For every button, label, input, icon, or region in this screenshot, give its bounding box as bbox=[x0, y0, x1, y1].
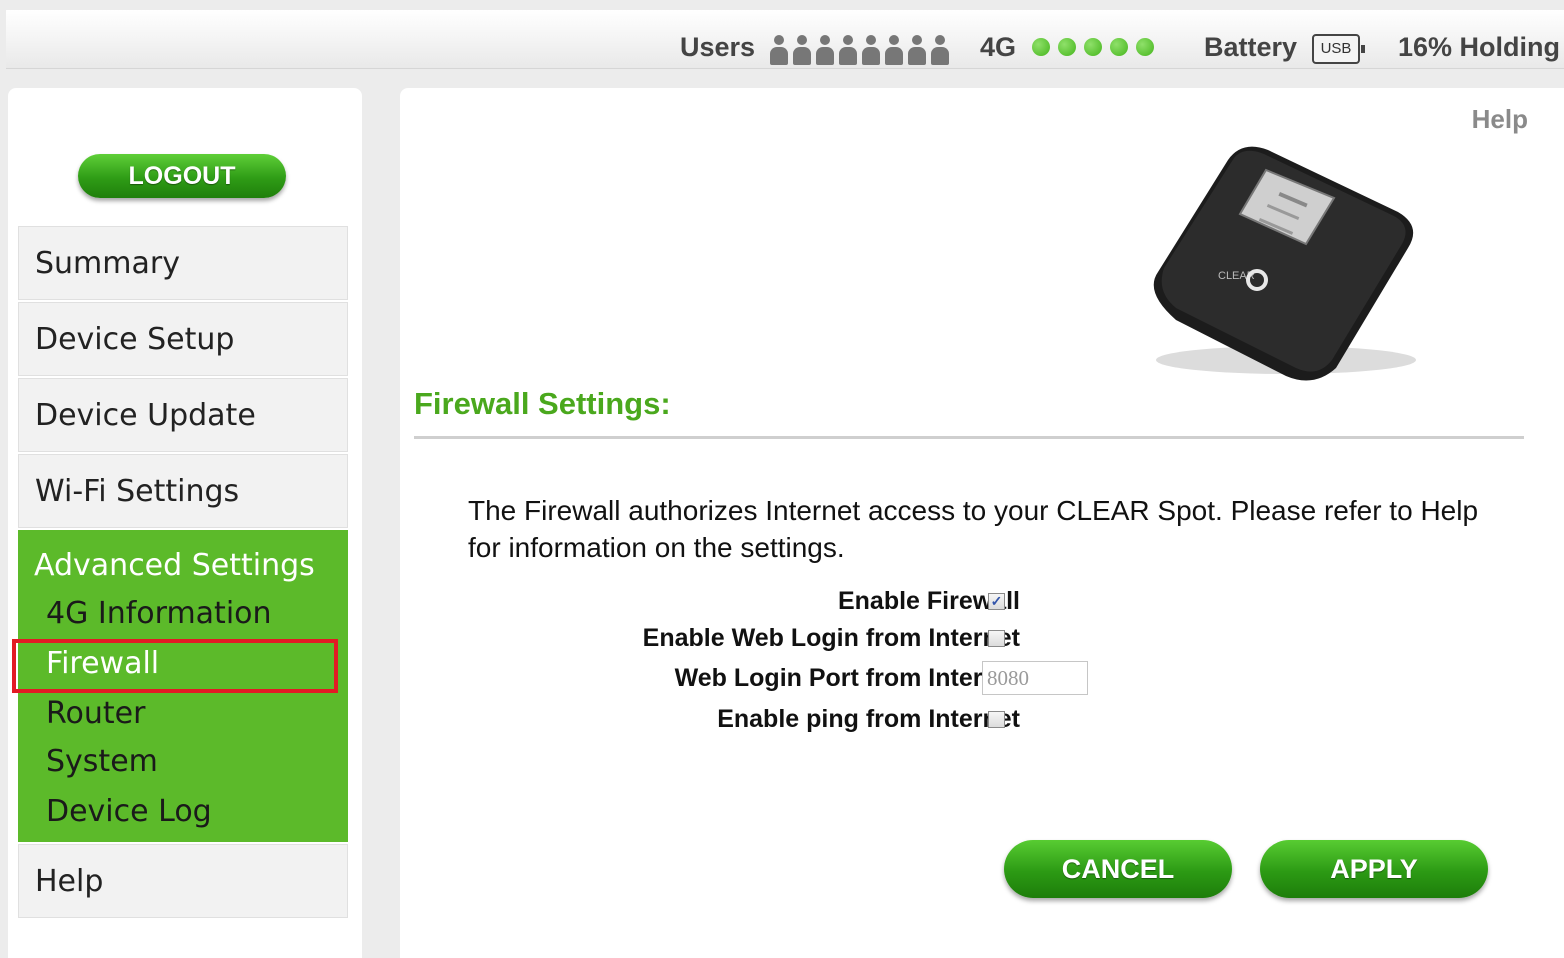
user-icon bbox=[814, 34, 835, 68]
sidebar-item-summary[interactable]: Summary bbox=[18, 226, 348, 300]
usb-battery-icon: USB bbox=[1312, 34, 1365, 64]
users-label: Users bbox=[680, 32, 756, 62]
user-icon bbox=[860, 34, 881, 68]
enable-ping-checkbox[interactable] bbox=[988, 711, 1005, 728]
cancel-button[interactable]: CANCEL bbox=[1004, 840, 1232, 898]
sidebar-subitem-firewall[interactable]: Firewall bbox=[46, 646, 159, 681]
sidebar-item-wifi-settings[interactable]: Wi-Fi Settings bbox=[18, 454, 348, 528]
sidebar-item-device-update[interactable]: Device Update bbox=[18, 378, 348, 452]
users-icons bbox=[768, 34, 952, 68]
sidebar-subitem-4g-information[interactable]: 4G Information bbox=[46, 596, 272, 631]
web-login-port-input[interactable] bbox=[982, 661, 1088, 695]
user-icon bbox=[837, 34, 858, 68]
enable-web-login-row: Enable Web Login from Internet bbox=[460, 622, 1020, 654]
sidebar-item-advanced-settings[interactable]: Advanced Settings bbox=[34, 548, 315, 583]
enable-web-login-checkbox[interactable] bbox=[988, 630, 1005, 647]
sidebar-subitem-system[interactable]: System bbox=[46, 744, 158, 779]
user-icon bbox=[883, 34, 904, 68]
title-divider bbox=[414, 436, 1524, 439]
enable-firewall-checkbox[interactable]: ✓ bbox=[988, 593, 1005, 610]
advanced-settings-group: Advanced Settings 4G Information Firewal… bbox=[18, 530, 348, 842]
logout-button[interactable]: LOGOUT bbox=[78, 154, 286, 198]
signal-dot-icon bbox=[1084, 38, 1102, 56]
status-bar: Users 4G Battery USB 16% Holding bbox=[6, 10, 1564, 69]
user-icon bbox=[791, 34, 812, 68]
enable-ping-row: Enable ping from Internet bbox=[460, 703, 1020, 735]
sidebar-subitem-device-log[interactable]: Device Log bbox=[46, 794, 212, 829]
network-label: 4G bbox=[980, 32, 1017, 62]
user-icon bbox=[906, 34, 927, 68]
sidebar-item-help[interactable]: Help bbox=[18, 844, 348, 918]
battery-label: Battery bbox=[1204, 32, 1298, 62]
main-panel: Help CLEAR Firewall Settings: The Firewa… bbox=[400, 88, 1564, 958]
sidebar-subitem-router[interactable]: Router bbox=[46, 696, 145, 731]
signal-dot-icon bbox=[1110, 38, 1128, 56]
clear-spot-device-image: CLEAR bbox=[1153, 146, 1416, 381]
page-title: Firewall Settings: bbox=[414, 386, 671, 421]
apply-button[interactable]: APPLY bbox=[1260, 840, 1488, 898]
signal-strength bbox=[1032, 38, 1154, 56]
enable-web-login-label: Enable Web Login from Internet bbox=[642, 624, 1020, 652]
web-login-port-row: Web Login Port from Internet bbox=[460, 662, 1020, 694]
user-icon bbox=[929, 34, 950, 68]
sidebar-item-device-setup[interactable]: Device Setup bbox=[18, 302, 348, 376]
signal-dot-icon bbox=[1032, 38, 1050, 56]
web-login-port-label: Web Login Port from Internet bbox=[674, 664, 1020, 692]
signal-dot-icon bbox=[1058, 38, 1076, 56]
battery-status: 16% Holding bbox=[1398, 32, 1561, 62]
help-link[interactable]: Help bbox=[1472, 104, 1528, 135]
firewall-description: The Firewall authorizes Internet access … bbox=[468, 495, 1479, 563]
signal-dot-icon bbox=[1136, 38, 1154, 56]
sidebar: LOGOUT Summary Device Setup Device Updat… bbox=[8, 88, 362, 958]
enable-firewall-row: Enable Firewall bbox=[460, 585, 1020, 617]
enable-ping-label: Enable ping from Internet bbox=[717, 705, 1020, 733]
user-icon bbox=[768, 34, 789, 68]
